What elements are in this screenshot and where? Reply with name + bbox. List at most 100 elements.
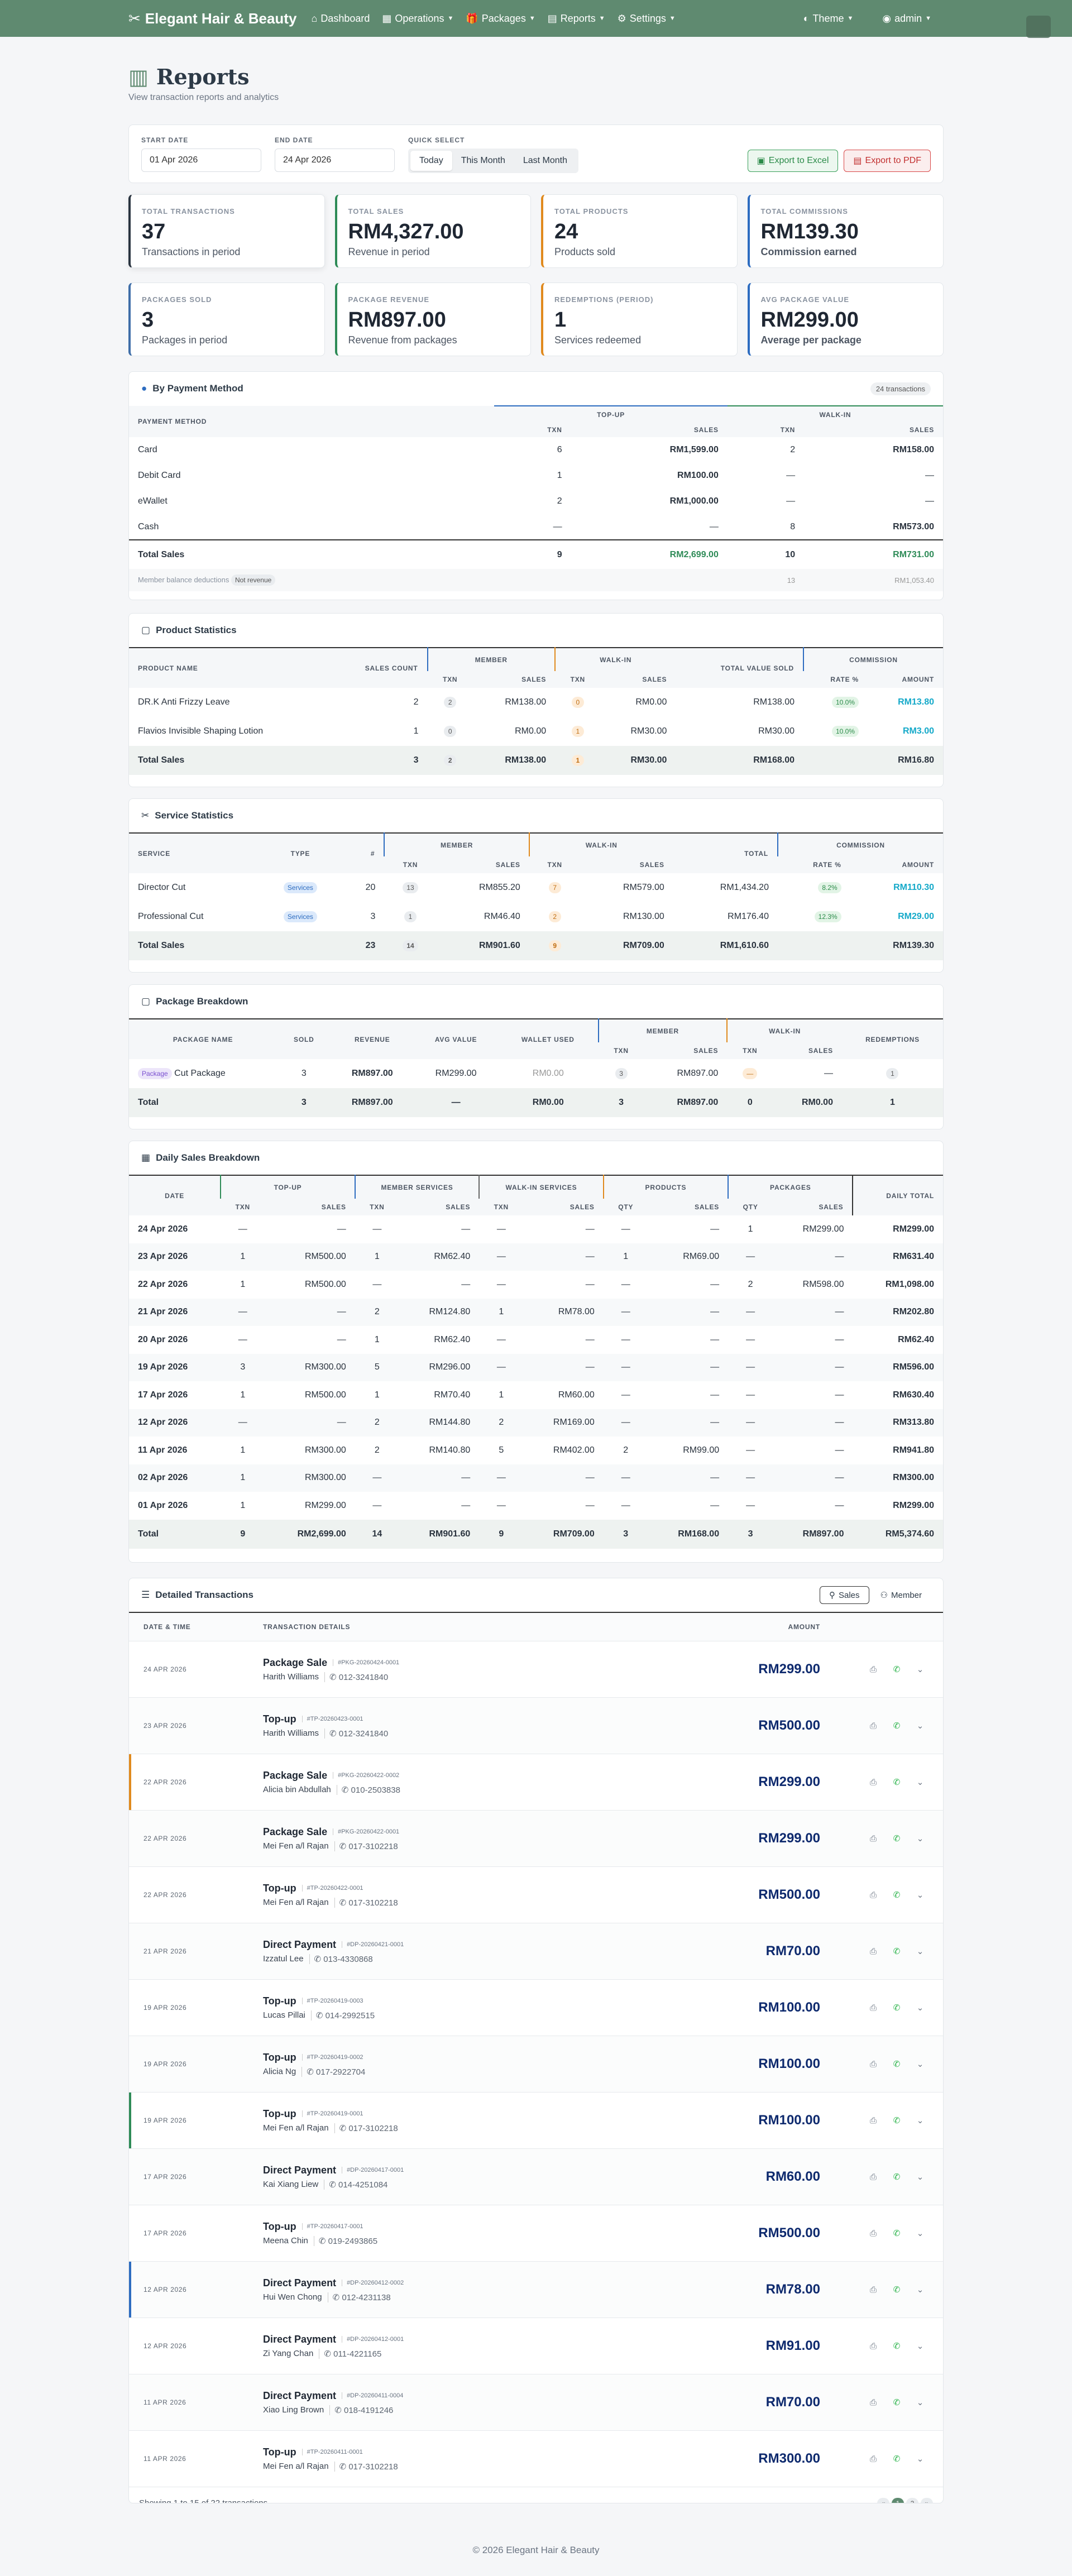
customer-name: Zi Yang Chan [263,2349,314,2358]
nav-dashboard[interactable]: ⌂ Dashboard [311,13,370,25]
chevron-down-icon[interactable]: ⌄ [914,2396,926,2409]
stat-card: TOTAL COMMISSIONS RM139.30 Commission earn… [747,194,944,268]
whatsapp-icon[interactable]: ✆ [891,2058,903,2070]
transaction-row[interactable]: 19 APR 2026 Top-up #TP-20260419-0003 Lucas … [129,1979,943,2036]
transaction-row[interactable]: 22 APR 2026 Top-up #TP-20260422-0001 Mei Fe… [129,1866,943,1923]
transaction-ref: #TP-20260419-0002 [302,2054,363,2061]
transaction-row[interactable]: 24 APR 2026 Package Sale #PKG-20260424-000… [129,1641,943,1697]
table-row: 20 Apr 2026— —1 RM62.40— — — — — — RM62.40 [138,1334,934,1344]
transaction-amount: RM70.00 [765,1943,820,1959]
theme-toggle[interactable]: ◐ Theme ▼ [803,13,854,25]
print-icon[interactable]: ⎙ [867,1720,879,1732]
transaction-row[interactable]: 17 APR 2026 Direct Payment #DP-20260417-00… [129,2148,943,2205]
chevron-down-icon[interactable]: ⌄ [914,1945,926,1957]
customer-phone: 017-3102218 [348,1841,398,1851]
export-excel-button[interactable]: ▣ Export to Excel [747,150,839,172]
excel-icon: ▣ [757,156,765,166]
corner-widget[interactable] [1026,16,1051,38]
whatsapp-icon[interactable]: ✆ [891,2171,903,2183]
transaction-row[interactable]: 11 APR 2026 Top-up #TP-20260411-0001 Mei Fe… [129,2430,943,2487]
whatsapp-icon[interactable]: ✆ [891,1945,903,1957]
nav-settings[interactable]: ⚙ Settings ▼ [618,13,676,25]
payment-icon: ● [141,383,147,394]
chevron-down-icon[interactable]: ⌄ [914,1663,926,1675]
chevron-down-icon[interactable]: ⌄ [914,2340,926,2352]
chevron-down-icon[interactable]: ⌄ [914,2227,926,2239]
user-menu[interactable]: ◉ admin ▼ [882,13,931,25]
print-icon[interactable]: ⎙ [867,1945,879,1957]
whatsapp-icon[interactable]: ✆ [891,1889,903,1901]
chevron-down-icon[interactable]: ⌄ [914,1776,926,1788]
stat-card: REDEMPTIONS (PERIOD) 1 Services redeemed [541,283,738,356]
quick-today[interactable]: Today [410,151,452,171]
chevron-down-icon[interactable]: ⌄ [914,1720,926,1732]
transaction-row[interactable]: 19 APR 2026 Top-up #TP-20260419-0002 Alicia… [129,2036,943,2092]
print-icon[interactable]: ⎙ [867,2171,879,2183]
chevron-down-icon[interactable]: ⌄ [914,2002,926,2014]
chevron-down-icon[interactable]: ⌄ [914,1832,926,1845]
print-icon[interactable]: ⎙ [867,1889,879,1901]
quick-this-month[interactable]: This Month [452,151,514,171]
chevron-down-icon[interactable]: ⌄ [914,1889,926,1901]
whatsapp-icon[interactable]: ✆ [891,2114,903,2127]
pagination-page[interactable]: 2 [906,2497,918,2503]
nav-packages[interactable]: 🎁 Packages ▼ [466,13,535,25]
transaction-row[interactable]: 17 APR 2026 Top-up #TP-20260417-0001 Meena … [129,2205,943,2261]
chevron-down-icon[interactable]: ⌄ [914,2453,926,2465]
whatsapp-icon[interactable]: ✆ [891,2340,903,2352]
table-row: Card 6 RM1,599.00 2 RM158.00 [138,445,934,454]
caret-down-icon: ▼ [847,15,854,22]
whatsapp-icon[interactable]: ✆ [891,1663,903,1675]
transaction-row[interactable]: 12 APR 2026 Direct Payment #DP-20260412-00… [129,2261,943,2318]
start-date-input[interactable]: 01 Apr 2026 [141,149,261,172]
pagination-prev[interactable]: « [877,2497,889,2503]
end-date-input[interactable]: 24 Apr 2026 [275,149,395,172]
chevron-down-icon[interactable]: ⌄ [914,2283,926,2296]
export-pdf-button[interactable]: ▤ Export to PDF [844,150,931,172]
whatsapp-icon[interactable]: ✆ [891,2396,903,2409]
whatsapp-icon[interactable]: ✆ [891,2453,903,2465]
transaction-row[interactable]: 21 APR 2026 Direct Payment #DP-20260421-00… [129,1923,943,1979]
pagination-next[interactable]: » [921,2497,933,2503]
nav-operations[interactable]: ▦ Operations ▼ [382,13,453,25]
pdf-icon: ▤ [853,156,862,166]
chevron-down-icon[interactable]: ⌄ [914,2058,926,2070]
pagination-page[interactable]: 1 [892,2497,904,2503]
print-icon[interactable]: ⎙ [867,2340,879,2352]
transaction-row[interactable]: 11 APR 2026 Direct Payment #DP-20260411-00… [129,2374,943,2430]
print-icon[interactable]: ⎙ [867,1776,879,1788]
scissors-icon: ✂ [141,810,150,821]
transaction-ref: #PKG-20260422-0001 [333,1828,399,1835]
nav-reports[interactable]: ▤ Reports ▼ [548,13,605,25]
transaction-row[interactable]: 19 APR 2026 Top-up #TP-20260419-0001 Mei Fe… [129,2092,943,2148]
print-icon[interactable]: ⎙ [867,2227,879,2239]
transaction-row[interactable]: 23 APR 2026 Top-up #TP-20260423-0001 Harith… [129,1697,943,1754]
transaction-row[interactable]: 22 APR 2026 Package Sale #PKG-20260422-000… [129,1754,943,1810]
whatsapp-icon[interactable]: ✆ [891,1720,903,1732]
transaction-row[interactable]: 22 APR 2026 Package Sale #PKG-20260422-000… [129,1810,943,1866]
print-icon[interactable]: ⎙ [867,2002,879,2014]
whatsapp-icon[interactable]: ✆ [891,2002,903,2014]
print-icon[interactable]: ⎙ [867,2453,879,2465]
print-icon[interactable]: ⎙ [867,2283,879,2296]
print-icon[interactable]: ⎙ [867,2114,879,2127]
print-icon[interactable]: ⎙ [867,1832,879,1845]
transaction-date: 17 APR 2026 [143,2173,187,2181]
whatsapp-icon[interactable]: ✆ [891,1832,903,1845]
customer-phone: 017-3102218 [348,2123,398,2133]
whatsapp-icon[interactable]: ✆ [891,2283,903,2296]
transaction-ref: #DP-20260417-0001 [342,2167,404,2173]
whatsapp-icon[interactable]: ✆ [891,1776,903,1788]
chevron-down-icon[interactable]: ⌄ [914,2114,926,2127]
brand[interactable]: ✂ Elegant Hair & Beauty [128,10,296,27]
whatsapp-icon[interactable]: ✆ [891,2227,903,2239]
quick-last-month[interactable]: Last Month [514,151,576,171]
transaction-row[interactable]: 12 APR 2026 Direct Payment #DP-20260412-00… [129,2318,943,2374]
print-icon[interactable]: ⎙ [867,1663,879,1675]
customer-name: Alicia Ng [263,2067,296,2076]
print-icon[interactable]: ⎙ [867,2396,879,2409]
chevron-down-icon[interactable]: ⌄ [914,2171,926,2183]
print-icon[interactable]: ⎙ [867,2058,879,2070]
tab-sales[interactable]: ⚲ Sales [820,1586,869,1604]
tab-member[interactable]: ⚇ Member [872,1586,931,1604]
